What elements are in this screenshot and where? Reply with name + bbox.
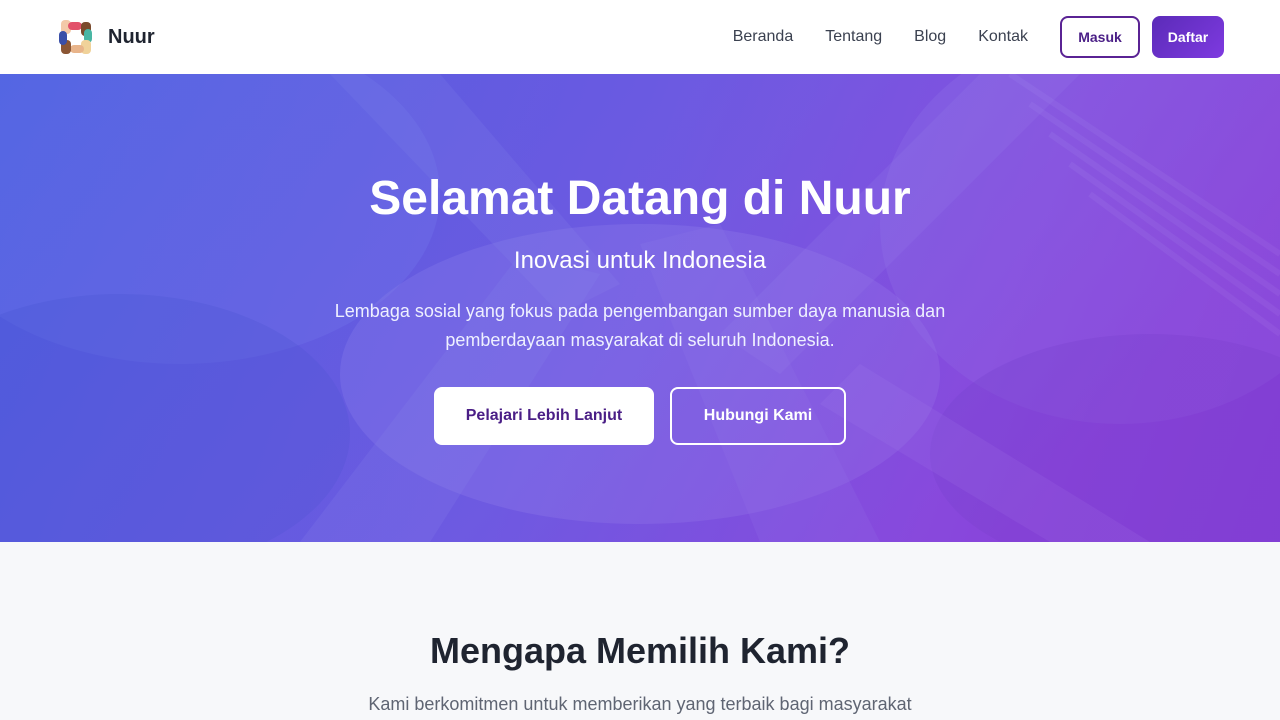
register-button[interactable]: Daftar xyxy=(1152,16,1224,58)
hero-description: Lembaga sosial yang fokus pada pengemban… xyxy=(334,301,946,350)
section-description: Kami berkomitmen untuk memberikan yang t… xyxy=(368,694,912,714)
hero-title: Selamat Datang di Nuur xyxy=(369,172,911,225)
hero-actions: Pelajari Lebih Lanjut Hubungi Kami xyxy=(434,387,846,445)
contact-us-button[interactable]: Hubungi Kami xyxy=(670,387,846,445)
site-header: Nuur Beranda Tentang Blog Kontak Masuk D… xyxy=(0,0,1280,74)
why-choose-us-section: Mengapa Memilih Kami? Kami berkomitmen u… xyxy=(0,542,1280,720)
main-nav: Beranda Tentang Blog Kontak Masuk Daftar xyxy=(733,16,1224,58)
hero-section: Selamat Datang di Nuur Inovasi untuk Ind… xyxy=(0,74,1280,542)
nav-link-beranda[interactable]: Beranda xyxy=(733,28,794,46)
section-title: Mengapa Memilih Kami? xyxy=(429,630,851,671)
login-button[interactable]: Masuk xyxy=(1060,16,1140,58)
hero-content: Selamat Datang di Nuur Inovasi untuk Ind… xyxy=(0,74,1280,542)
learn-more-button[interactable]: Pelajari Lebih Lanjut xyxy=(434,387,654,445)
hands-circle-logo-icon xyxy=(59,20,92,54)
hero-subtitle: Inovasi untuk Indonesia xyxy=(513,247,767,274)
nav-link-kontak[interactable]: Kontak xyxy=(978,28,1028,46)
brand-link[interactable]: Nuur xyxy=(57,18,155,56)
brand-name: Nuur xyxy=(108,25,155,48)
nav-link-tentang[interactable]: Tentang xyxy=(825,28,882,46)
nav-link-blog[interactable]: Blog xyxy=(914,28,946,46)
